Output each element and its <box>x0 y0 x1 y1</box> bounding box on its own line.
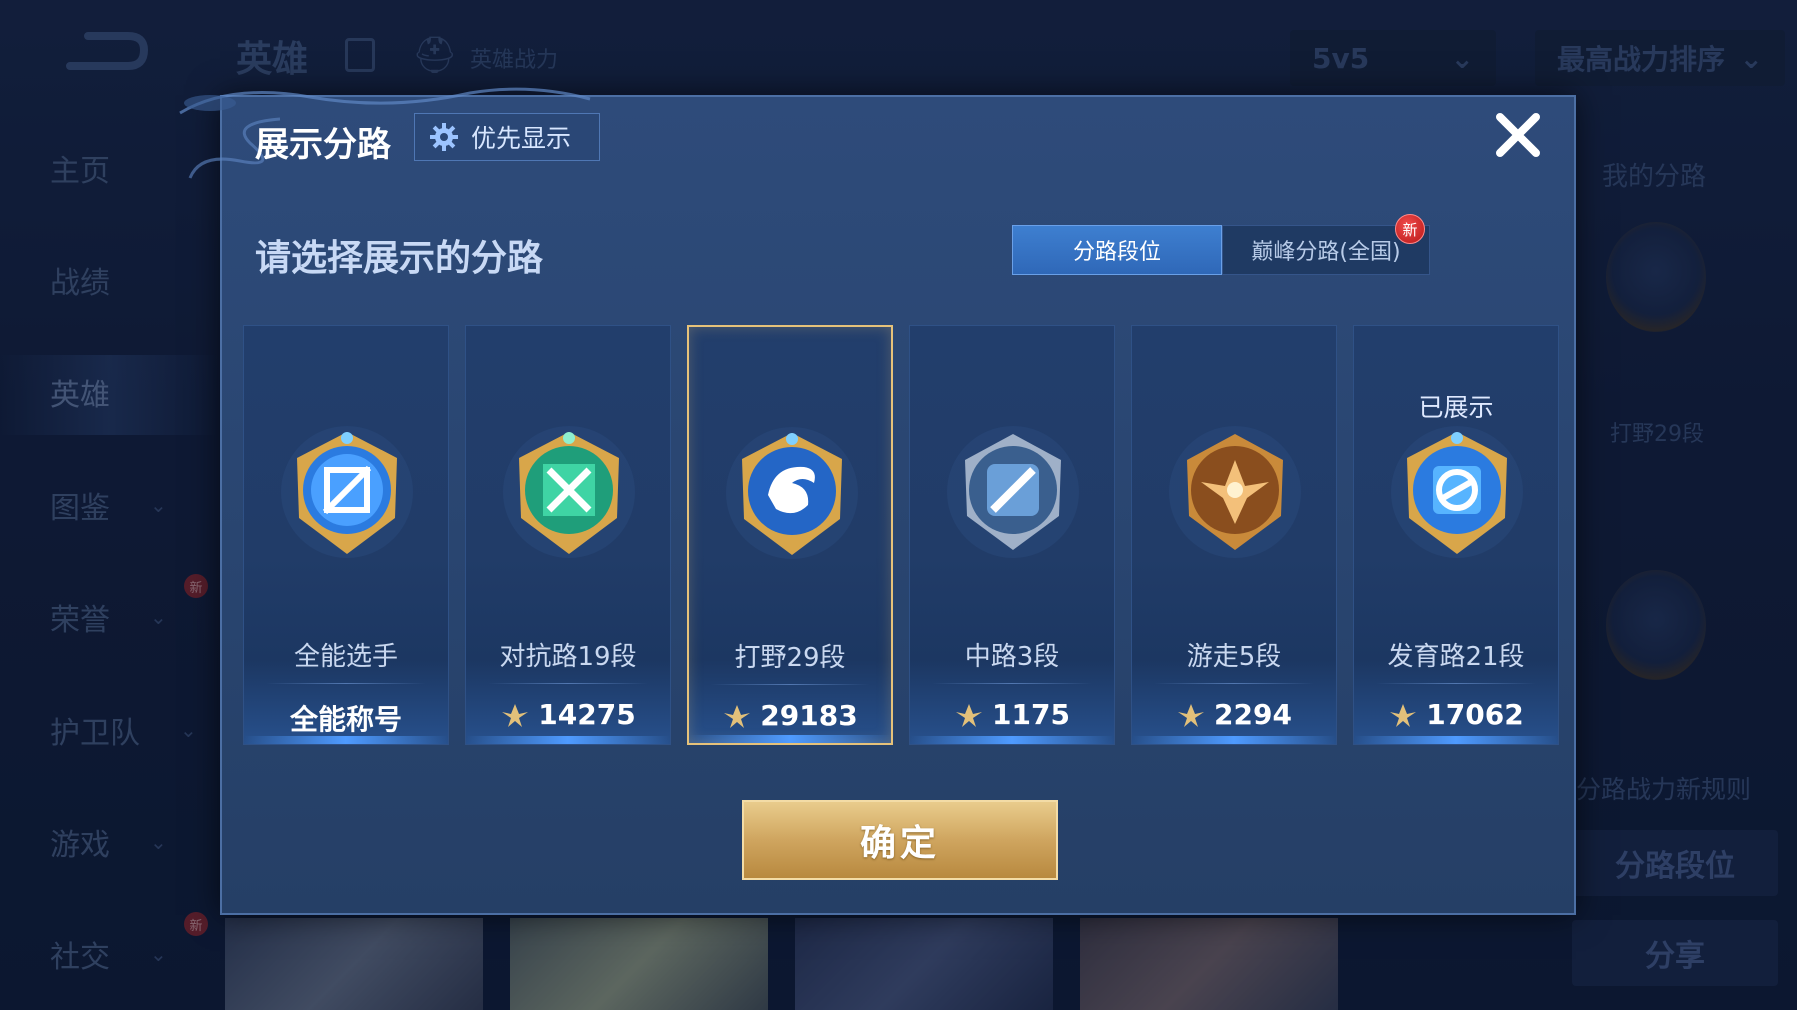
close-icon[interactable] <box>1492 109 1544 161</box>
power-wing-icon <box>1178 703 1205 727</box>
lane-name: 发育路21段 <box>1387 642 1525 672</box>
gear-icon <box>430 123 458 151</box>
lane-name: 全能选手 <box>293 642 398 672</box>
lane-value: 29183 <box>689 699 891 732</box>
lane-value: 17062 <box>1354 698 1558 731</box>
divider <box>1376 683 1536 684</box>
mid-lane-emblem-icon <box>947 426 1079 558</box>
tab-peak-lane[interactable]: 巅峰分路(全国) 新 <box>1222 214 1430 275</box>
lane-card-farm[interactable]: 已展示 发育路21段 17062 <box>1353 325 1559 745</box>
farm-lane-emblem-icon <box>1391 426 1523 558</box>
lane-value-text: 2294 <box>1214 698 1292 731</box>
lane-name: 打野29段 <box>734 643 846 673</box>
tab-lane-rank[interactable]: 分路段位 <box>1012 225 1222 275</box>
card-glow <box>466 736 670 744</box>
lane-value-text: 14275 <box>538 698 636 731</box>
lane-value: 14275 <box>466 698 670 731</box>
lane-name: 对抗路19段 <box>499 642 637 672</box>
tab-label: 巅峰分路(全国) <box>1251 240 1401 265</box>
lane-value: 1175 <box>910 698 1114 731</box>
lane-card-list: 全能选手 全能称号 对抗路19段 14275 打野29段 29183 中路3段 … <box>243 325 1563 745</box>
all-round-emblem-icon <box>281 426 413 558</box>
divider <box>932 683 1092 684</box>
power-wing-icon <box>502 703 529 727</box>
card-glow <box>1354 736 1558 744</box>
new-badge: 新 <box>1395 214 1425 244</box>
lane-value-text: 17062 <box>1426 698 1524 731</box>
priority-display-button[interactable]: 优先显示 <box>414 113 600 161</box>
lane-card-clash[interactable]: 对抗路19段 14275 <box>465 325 671 745</box>
displayed-label: 已展示 <box>1418 393 1494 422</box>
lane-card-jungle[interactable]: 打野29段 29183 <box>687 325 893 745</box>
divider <box>266 683 426 684</box>
jungle-emblem-icon <box>726 427 858 559</box>
dialog-title: 展示分路 <box>255 125 391 165</box>
card-glow <box>244 736 448 744</box>
lane-value-text: 全能称号 <box>289 703 402 736</box>
power-wing-icon <box>956 703 983 727</box>
lane-card-mid[interactable]: 中路3段 1175 <box>909 325 1115 745</box>
power-wing-icon <box>724 704 751 728</box>
lane-name: 游走5段 <box>1186 642 1282 672</box>
priority-display-label: 优先显示 <box>471 124 572 153</box>
lane-name: 中路3段 <box>964 642 1060 672</box>
lane-card-roam[interactable]: 游走5段 2294 <box>1131 325 1337 745</box>
clash-lane-emblem-icon <box>503 426 635 558</box>
lane-display-dialog: 展示分路 优先显示 请选择展示的分路 分路段位 巅峰分路(全国) 新 全能选手 … <box>179 87 1576 915</box>
lane-card-all-round[interactable]: 全能选手 全能称号 <box>243 325 449 745</box>
divider <box>1154 683 1314 684</box>
tab-label: 分路段位 <box>1072 240 1161 265</box>
power-wing-icon <box>1390 703 1417 727</box>
lane-value-text: 1175 <box>992 698 1070 731</box>
confirm-button[interactable]: 确定 <box>742 800 1058 880</box>
lane-value: 2294 <box>1132 698 1336 731</box>
divider <box>711 684 869 685</box>
roam-emblem-icon <box>1169 426 1301 558</box>
card-glow <box>1132 736 1336 744</box>
card-glow <box>689 735 891 743</box>
divider <box>488 683 648 684</box>
lane-tabs: 分路段位 巅峰分路(全国) 新 <box>1012 214 1430 275</box>
card-glow <box>910 736 1114 744</box>
selection-prompt: 请选择展示的分路 <box>255 238 544 279</box>
lane-value: 全能称号 <box>244 698 448 738</box>
lane-value-text: 29183 <box>760 699 858 732</box>
